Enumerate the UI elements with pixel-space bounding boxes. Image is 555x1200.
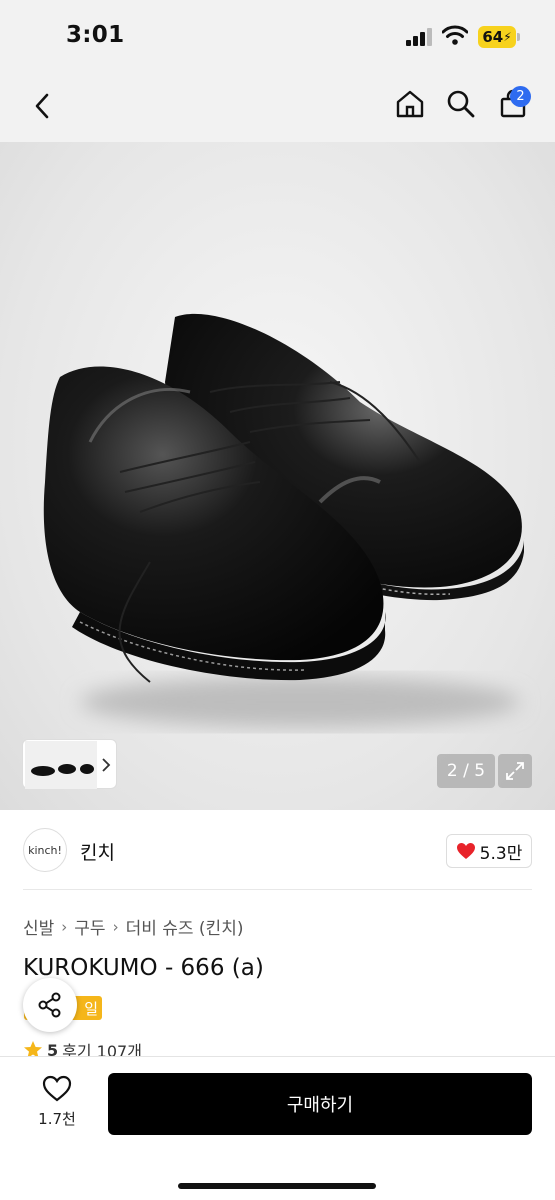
image-page-indicator: 2 / 5 xyxy=(437,754,495,788)
wifi-icon xyxy=(442,25,468,45)
promo-badge-text: 일 xyxy=(84,999,98,1018)
product-title: KUROKUMO - 666 (a) xyxy=(23,955,264,981)
back-button[interactable] xyxy=(22,86,62,126)
expand-image-button[interactable] xyxy=(498,754,532,788)
cart-count-badge: 2 xyxy=(510,86,531,107)
product-image[interactable] xyxy=(0,142,555,810)
signal-icon xyxy=(406,28,432,46)
home-icon xyxy=(396,90,424,118)
bottom-action-bar: 1.7천 구매하기 xyxy=(0,1056,555,1200)
share-icon xyxy=(38,992,61,1018)
breadcrumb-item-shoes[interactable]: 신발 xyxy=(23,914,54,939)
chevron-right-icon xyxy=(102,758,111,772)
heart-icon xyxy=(456,843,475,859)
search-icon xyxy=(447,90,475,118)
wishlist-button[interactable]: 1.7천 xyxy=(20,1075,94,1129)
breadcrumb-separator-icon: › xyxy=(61,917,68,936)
thumbnail-preview xyxy=(25,741,97,789)
share-button[interactable] xyxy=(23,978,77,1032)
breadcrumb: 신발 › 구두 › 더비 슈즈 (킨치) xyxy=(23,914,244,940)
status-bar: 3:01 64 ⚡ xyxy=(0,0,555,72)
like-count: 5.3만 xyxy=(479,843,523,864)
breadcrumb-separator-icon: › xyxy=(112,917,119,936)
breadcrumb-item-dress-shoes[interactable]: 구두 xyxy=(74,914,105,939)
expand-icon xyxy=(506,762,524,780)
charging-icon: ⚡ xyxy=(503,30,512,44)
search-button[interactable] xyxy=(441,84,481,124)
battery-tip xyxy=(517,33,520,41)
brand-row: kinch! 킨치 5.3만 xyxy=(0,822,555,888)
like-button[interactable]: 5.3만 xyxy=(446,834,532,868)
brand-name[interactable]: 킨치 xyxy=(80,838,115,865)
shoes-photo xyxy=(43,313,525,728)
top-nav-bar xyxy=(0,72,555,142)
thumbnail-strip[interactable] xyxy=(22,739,117,789)
chevron-left-icon xyxy=(35,93,49,119)
brand-logo[interactable]: kinch! xyxy=(23,828,67,872)
battery-level: 64 xyxy=(482,28,504,46)
divider xyxy=(23,889,532,890)
buy-button[interactable]: 구매하기 xyxy=(108,1073,532,1135)
wishlist-count: 1.7천 xyxy=(38,1110,76,1128)
home-button[interactable] xyxy=(390,84,430,124)
breadcrumb-item-derby[interactable]: 더비 슈즈 (킨치) xyxy=(126,914,244,939)
battery-indicator: 64 ⚡ xyxy=(478,26,516,48)
home-indicator xyxy=(178,1183,376,1189)
heart-outline-icon xyxy=(42,1075,72,1102)
status-time: 3:01 xyxy=(66,22,125,48)
